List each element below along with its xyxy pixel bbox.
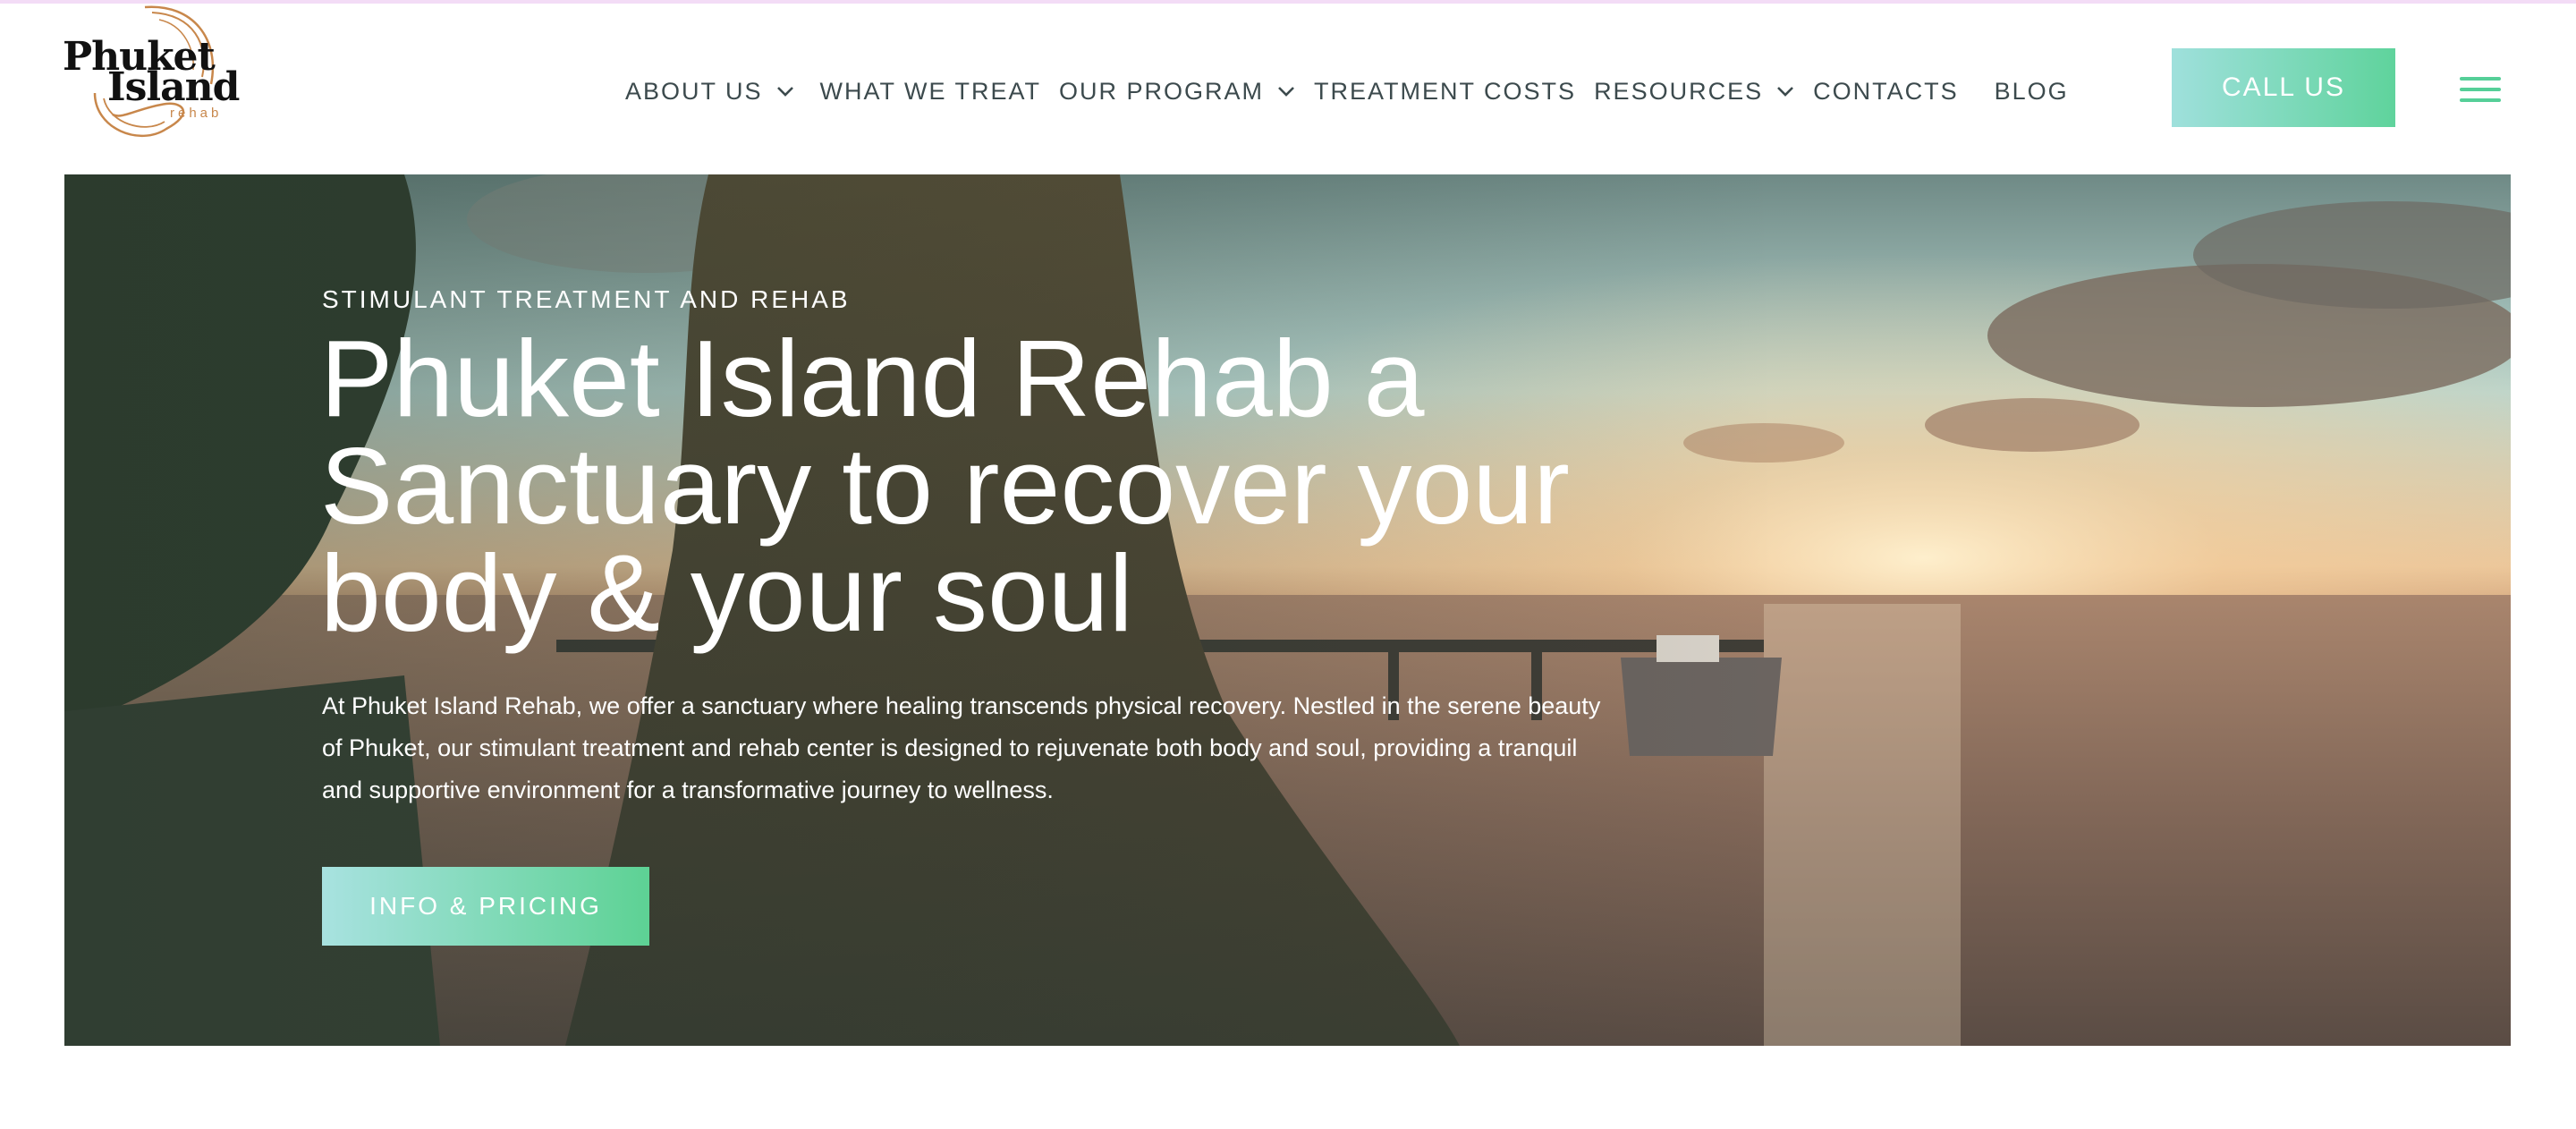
site-header: Phuket Island rehab ABOUT US WHAT WE TRE… xyxy=(0,4,2576,174)
hero-title-line: Sanctuary to recover your xyxy=(320,425,1570,547)
hero-title-line: body & your soul xyxy=(320,532,1133,654)
hero-kicker: STIMULANT TREATMENT AND REHAB xyxy=(322,285,851,313)
hero-description-line: and supportive environment for a transfo… xyxy=(322,777,1054,803)
nav-item-label: BLOG xyxy=(1994,77,2069,105)
nav-item-label: TREATMENT COSTS xyxy=(1314,77,1577,105)
nav-item-label: OUR PROGRAM xyxy=(1059,77,1265,105)
main-nav: ABOUT US WHAT WE TREAT OUR PROGRAM TREAT… xyxy=(625,73,2069,109)
nav-item-treatment-costs[interactable]: TREATMENT COSTS xyxy=(1314,78,1576,106)
nav-item-label: CONTACTS xyxy=(1813,77,1959,105)
nav-item-label: ABOUT US xyxy=(625,77,763,105)
nav-item-label: WHAT WE TREAT xyxy=(819,77,1042,105)
hero-description-line: of Phuket, our stimulant treatment and r… xyxy=(322,734,1578,761)
logo-word-rehab: rehab xyxy=(170,106,223,121)
hamburger-menu-icon[interactable] xyxy=(2460,73,2501,106)
nav-item-our-program[interactable]: OUR PROGRAM xyxy=(1059,78,1296,106)
info-pricing-button[interactable]: INFO & PRICING xyxy=(322,867,649,946)
nav-item-what-we-treat[interactable]: WHAT WE TREAT xyxy=(820,78,1042,106)
hero-description-line: At Phuket Island Rehab, we offer a sanct… xyxy=(322,692,1601,719)
nav-item-resources[interactable]: RESOURCES xyxy=(1594,78,1795,106)
nav-item-about-us[interactable]: ABOUT US xyxy=(625,78,795,106)
chevron-down-icon xyxy=(1777,87,1794,97)
site-logo[interactable]: Phuket Island rehab xyxy=(59,4,240,143)
hero-description: At Phuket Island Rehab, we offer a sanct… xyxy=(322,685,1682,811)
chevron-down-icon xyxy=(1278,87,1294,97)
chevron-down-icon xyxy=(776,87,793,97)
nav-item-contacts[interactable]: CONTACTS xyxy=(1813,78,1959,106)
hero-title-line: Phuket Island Rehab a xyxy=(320,318,1425,439)
hero-banner: STIMULANT TREATMENT AND REHAB Phuket Isl… xyxy=(64,174,2511,1046)
call-us-button[interactable]: CALL US xyxy=(2172,48,2395,127)
logo-word-island: Island xyxy=(107,64,240,110)
hero-title: Phuket Island Rehab a Sanctuary to recov… xyxy=(320,318,1662,654)
nav-item-label: RESOURCES xyxy=(1594,77,1764,105)
nav-item-blog[interactable]: BLOG xyxy=(1995,78,2069,106)
